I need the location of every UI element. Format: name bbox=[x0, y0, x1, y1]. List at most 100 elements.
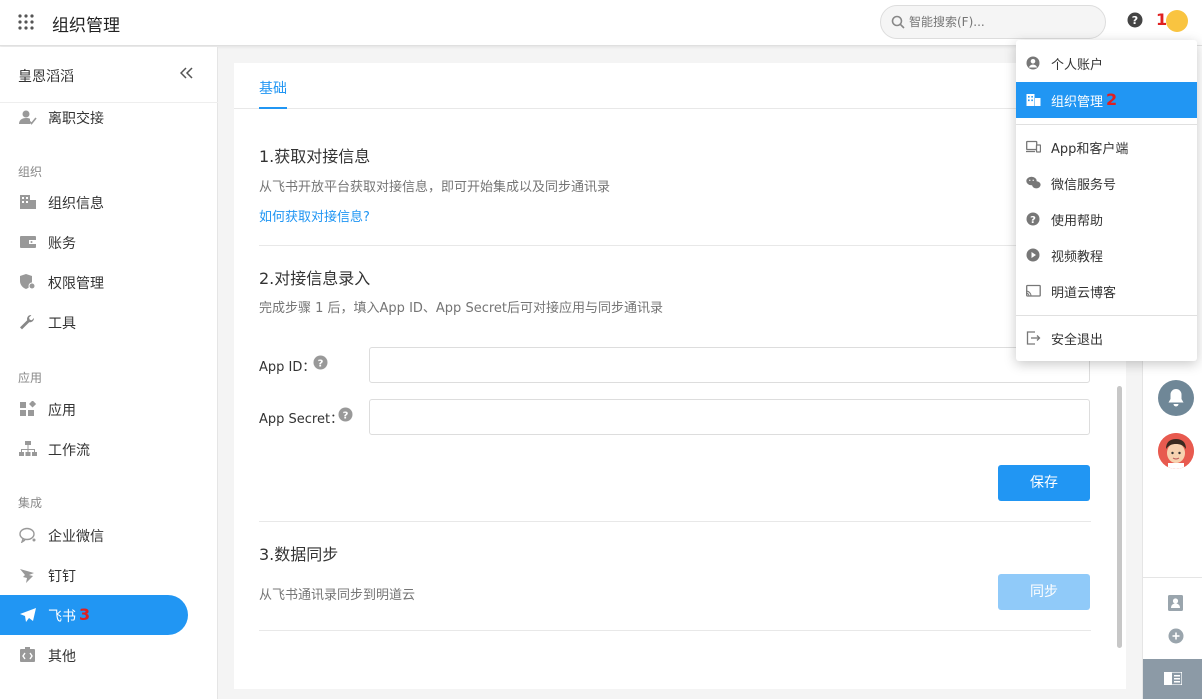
section3-description: 从飞书通讯录同步到明道云 bbox=[259, 588, 416, 603]
save-button[interactable]: 保存 bbox=[998, 465, 1090, 501]
section-label-apps: 应用 bbox=[18, 371, 43, 385]
logout-icon bbox=[1026, 331, 1041, 345]
search-input[interactable] bbox=[909, 13, 1095, 31]
wallet-icon bbox=[19, 234, 37, 250]
sidebar-item-label: 工作流 bbox=[48, 443, 90, 459]
sidebar-item-label: 应用 bbox=[48, 403, 76, 419]
section-label-org: 组织 bbox=[18, 165, 43, 179]
play-circle-icon bbox=[1026, 248, 1040, 262]
dingtalk-icon bbox=[19, 567, 37, 583]
search-box[interactable] bbox=[880, 5, 1106, 39]
section1-description: 从飞书开放平台获取对接信息，即可开始集成以及同步通讯录 bbox=[259, 180, 611, 195]
sidebar-item-label: 权限管理 bbox=[48, 276, 104, 292]
section-divider bbox=[259, 630, 1091, 631]
menu-separator bbox=[1016, 124, 1197, 125]
user-check-icon bbox=[19, 109, 37, 125]
menu-item-logout[interactable]: 安全退出 bbox=[1016, 320, 1197, 356]
sidebar-item-wecom[interactable]: 企业微信 bbox=[0, 515, 188, 555]
menu-separator bbox=[1016, 315, 1197, 316]
menu-item-label: 使用帮助 bbox=[1051, 214, 1104, 229]
menu-item-label: 个人账户 bbox=[1051, 58, 1104, 73]
shield-lock-icon bbox=[19, 274, 37, 290]
app-id-label: App ID： bbox=[259, 360, 316, 375]
app-secret-help-icon[interactable]: ? bbox=[338, 407, 353, 422]
menu-item-wechat-service[interactable]: 微信服务号 bbox=[1016, 165, 1197, 201]
collapse-sidebar-icon[interactable] bbox=[180, 67, 194, 79]
app-grid-icon[interactable] bbox=[18, 14, 34, 30]
wrench-icon bbox=[19, 314, 37, 330]
menu-item-app-clients[interactable]: App和客户端 bbox=[1016, 129, 1197, 165]
sidebar-item-permissions[interactable]: 权限管理 bbox=[0, 262, 188, 302]
section2-title: 2.对接信息录入 bbox=[259, 269, 371, 288]
svg-text:?: ? bbox=[1132, 14, 1138, 27]
menu-item-org-management[interactable]: 组织管理 2 bbox=[1016, 82, 1197, 118]
feishu-icon bbox=[19, 607, 37, 623]
app-id-help-icon[interactable]: ? bbox=[313, 355, 328, 370]
wecom-icon bbox=[19, 527, 37, 543]
user-circle-icon bbox=[1026, 56, 1040, 70]
menu-item-blog[interactable]: 明道云博客 bbox=[1016, 273, 1197, 309]
menu-item-personal-account[interactable]: 个人账户 bbox=[1016, 45, 1197, 81]
sidebar-item-label: 飞书 bbox=[48, 609, 76, 625]
svg-text:?: ? bbox=[343, 411, 349, 422]
section2-description: 完成步骤 1 后，填入App ID、App Secret后可对接应用与同步通讯录 bbox=[259, 301, 663, 316]
cast-icon bbox=[1026, 284, 1041, 298]
main-content: 基础 1.获取对接信息 从飞书开放平台获取对接信息，即可开始集成以及同步通讯录 … bbox=[234, 63, 1126, 689]
content-scrollbar[interactable] bbox=[1117, 386, 1122, 648]
menu-item-label: 组织管理 bbox=[1051, 95, 1104, 110]
sidebar-item-label: 工具 bbox=[48, 316, 76, 332]
org-name: 皇恩滔滔 bbox=[18, 69, 74, 85]
section-label-integration: 集成 bbox=[18, 496, 43, 510]
sidebar-item-org-info[interactable]: 组织信息 bbox=[0, 182, 188, 222]
sidebar-item-resign-handover[interactable]: 离职交接 bbox=[0, 97, 188, 137]
apps-icon bbox=[19, 401, 37, 417]
devices-icon bbox=[1026, 140, 1041, 154]
menu-item-video-tutorials[interactable]: 视频教程 bbox=[1016, 237, 1197, 273]
sync-button[interactable]: 同步 bbox=[998, 574, 1090, 610]
search-icon bbox=[891, 15, 905, 29]
sidebar-item-label: 钉钉 bbox=[48, 569, 76, 585]
address-book-icon[interactable] bbox=[1168, 595, 1183, 611]
user-avatar[interactable] bbox=[1166, 10, 1188, 32]
how-to-get-info-link[interactable]: 如何获取对接信息? bbox=[259, 206, 370, 225]
menu-item-label: 明道云博客 bbox=[1051, 286, 1117, 301]
code-icon bbox=[19, 647, 37, 663]
contact-avatar[interactable] bbox=[1158, 433, 1194, 469]
toggle-panel-button[interactable] bbox=[1143, 659, 1202, 699]
tab-active-indicator bbox=[259, 107, 287, 109]
sidebar-item-apps[interactable]: 应用 bbox=[0, 389, 188, 429]
building-icon bbox=[1026, 93, 1041, 107]
sidebar-item-workflow[interactable]: 工作流 bbox=[0, 429, 188, 469]
help-icon[interactable]: ? bbox=[1127, 12, 1143, 28]
app-secret-input[interactable] bbox=[369, 399, 1090, 435]
page-title: 组织管理 bbox=[52, 16, 120, 36]
notification-button[interactable] bbox=[1158, 380, 1194, 416]
sidebar-item-other[interactable]: 其他 bbox=[0, 635, 188, 675]
sidebar-item-feishu[interactable]: 飞书 3 bbox=[0, 595, 188, 635]
add-chat-icon[interactable] bbox=[1168, 628, 1184, 644]
sidebar: 皇恩滔滔 离职交接 组织 组织信息 账务 权限管理 工具 应用 应用 工作流 集… bbox=[0, 47, 218, 699]
menu-item-label: 视频教程 bbox=[1051, 250, 1104, 265]
sidebar-item-label: 账务 bbox=[48, 236, 76, 252]
tab-bar: 基础 bbox=[234, 63, 1126, 109]
sidebar-item-label: 企业微信 bbox=[48, 529, 104, 545]
sidebar-item-billing[interactable]: 账务 bbox=[0, 222, 188, 262]
svg-text:?: ? bbox=[1030, 215, 1036, 226]
svg-text:?: ? bbox=[318, 359, 324, 370]
sidebar-item-label: 离职交接 bbox=[48, 111, 104, 127]
bell-icon bbox=[1168, 389, 1184, 407]
annotation-3: 3 bbox=[79, 605, 91, 624]
sidebar-item-dingtalk[interactable]: 钉钉 bbox=[0, 555, 188, 595]
user-dropdown-menu: 个人账户 组织管理 2 App和客户端 微信服务号 ? 使用帮助 视频教程 明道… bbox=[1016, 40, 1197, 361]
sidebar-item-label: 其他 bbox=[48, 649, 76, 665]
wechat-icon bbox=[1026, 176, 1041, 190]
workflow-icon bbox=[19, 441, 37, 457]
tab-basic[interactable]: 基础 bbox=[259, 78, 287, 98]
sidebar-item-tools[interactable]: 工具 bbox=[0, 302, 188, 342]
app-secret-label: App Secret： bbox=[259, 412, 344, 427]
app-id-input[interactable] bbox=[369, 347, 1090, 383]
section-divider bbox=[259, 521, 1091, 522]
section1-title: 1.获取对接信息 bbox=[259, 147, 371, 166]
menu-item-help[interactable]: ? 使用帮助 bbox=[1016, 201, 1197, 237]
help-circle-icon: ? bbox=[1026, 212, 1040, 226]
